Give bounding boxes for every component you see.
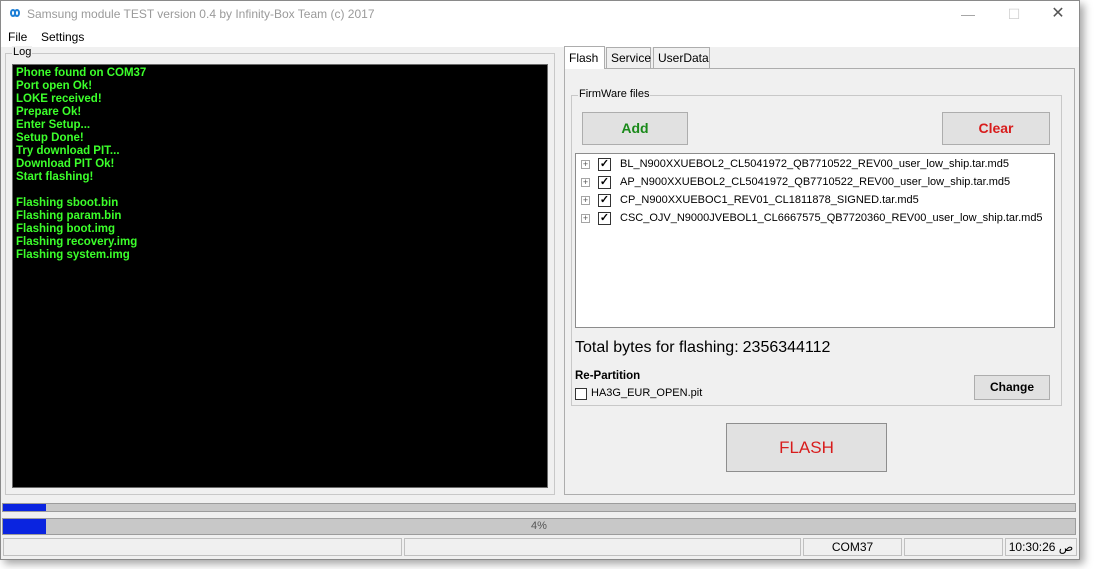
pit-checkbox[interactable] — [575, 388, 587, 400]
log-line: Enter Setup... — [16, 119, 91, 131]
status-bar: COM37 10:30:26 ص — [1, 536, 1079, 558]
tab-flash[interactable]: Flash — [564, 46, 605, 69]
file-checkbox[interactable]: ✓ — [598, 194, 611, 207]
log-group: Log Phone found on COM37 Port open Ok! LOK… — [5, 46, 555, 495]
repartition-label: Re-Partition — [575, 370, 641, 382]
status-cell — [904, 538, 1003, 556]
infinity-icon — [9, 9, 21, 17]
maximize-button[interactable]: ☐ — [991, 1, 1037, 27]
total-bytes-value: 2356344112 — [742, 339, 831, 356]
log-line: Flashing recovery.img — [16, 236, 138, 248]
clear-button[interactable]: Clear — [942, 112, 1050, 145]
log-line: Download PIT Ok! — [16, 158, 115, 170]
add-button[interactable]: Add — [582, 112, 688, 145]
firmware-files-group: FirmWare files Add Clear + ✓ BL_N900XXUE… — [571, 88, 1062, 406]
status-cell — [3, 538, 402, 556]
file-checkbox[interactable]: ✓ — [598, 158, 611, 171]
status-cell — [404, 538, 801, 556]
change-button[interactable]: Change — [974, 375, 1050, 400]
menu-settings[interactable]: Settings — [41, 30, 84, 44]
total-bytes-label: Total bytes for flashing: — [575, 339, 739, 356]
file-row[interactable]: + ✓ CP_N900XXUEBOC1_REV01_CL1811878_SIGN… — [576, 192, 1054, 210]
menu-file[interactable]: File — [8, 30, 27, 44]
pit-file-name: HA3G_EUR_OPEN.pit — [591, 387, 703, 399]
log-line: LOKE received! — [16, 93, 102, 105]
file-row[interactable]: + ✓ AP_N900XXUEBOL2_CL5041972_QB7710522_… — [576, 174, 1054, 192]
log-line: Setup Done! — [16, 132, 84, 144]
minimize-button[interactable]: — — [945, 1, 991, 27]
expand-icon[interactable]: + — [581, 160, 590, 169]
log-line: Flashing sboot.bin — [16, 197, 119, 209]
log-console[interactable]: Phone found on COM37 Port open Ok! LOKE re… — [12, 64, 548, 488]
progress-bar-top — [2, 503, 1076, 512]
file-checkbox[interactable]: ✓ — [598, 176, 611, 189]
log-line: Flashing system.img — [16, 249, 130, 261]
window-title: Samsung module TEST version 0.4 by Infin… — [27, 7, 375, 21]
firmware-file-list[interactable]: + ✓ BL_N900XXUEBOL2_CL5041972_QB7710522_… — [575, 153, 1055, 328]
progress-text: 4% — [531, 520, 547, 532]
file-name: AP_N900XXUEBOL2_CL5041972_QB7710522_REV0… — [620, 176, 1011, 188]
expand-icon[interactable]: + — [581, 178, 590, 187]
menu-bar: File Settings — [1, 27, 1079, 47]
log-line: Flashing param.bin — [16, 210, 122, 222]
file-row[interactable]: + ✓ BL_N900XXUEBOL2_CL5041972_QB7710522_… — [576, 156, 1054, 174]
log-line: Try download PIT... — [16, 145, 120, 157]
title-bar: Samsung module TEST version 0.4 by Infin… — [1, 1, 1079, 27]
file-name: CSC_OJV_N9000JVEBOL1_CL6667575_QB7720360… — [620, 212, 1043, 224]
app-window: Samsung module TEST version 0.4 by Infin… — [0, 0, 1080, 560]
log-legend: Log — [12, 46, 33, 58]
file-row[interactable]: + ✓ CSC_OJV_N9000JVEBOL1_CL6667575_QB772… — [576, 210, 1054, 228]
flash-button[interactable]: FLASH — [726, 423, 887, 472]
close-button[interactable]: ✕ — [1035, 1, 1081, 27]
log-line: Phone found on COM37 — [16, 67, 147, 79]
status-port: COM37 — [803, 538, 902, 556]
expand-icon[interactable]: + — [581, 196, 590, 205]
tab-service[interactable]: Service — [606, 47, 651, 69]
progress-fill — [3, 504, 46, 511]
file-name: CP_N900XXUEBOC1_REV01_CL1811878_SIGNED.t… — [620, 194, 919, 206]
file-checkbox[interactable]: ✓ — [598, 212, 611, 225]
progress-bar-main: 4% — [2, 518, 1076, 535]
file-name: BL_N900XXUEBOL2_CL5041972_QB7710522_REV0… — [620, 158, 1009, 170]
flash-tab-panel: FirmWare files Add Clear + ✓ BL_N900XXUE… — [564, 68, 1075, 495]
total-bytes: Total bytes for flashing: 2356344112 — [575, 339, 830, 357]
log-line: Port open Ok! — [16, 80, 93, 92]
log-line: Start flashing! — [16, 171, 94, 183]
firmware-files-legend: FirmWare files — [578, 88, 651, 100]
status-time: 10:30:26 ص — [1005, 538, 1077, 556]
expand-icon[interactable]: + — [581, 214, 590, 223]
tab-userdata[interactable]: UserData — [653, 47, 710, 69]
log-line: Flashing boot.img — [16, 223, 116, 235]
log-line: Prepare Ok! — [16, 106, 82, 118]
